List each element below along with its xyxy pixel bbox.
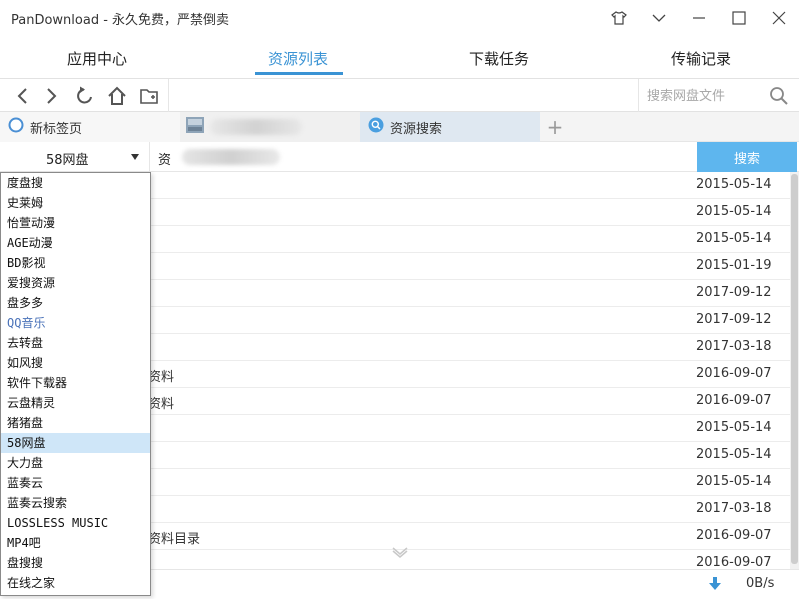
dropdown-option[interactable]: 盘搜搜 [1,553,150,573]
row-date: 2015-05-14 [696,177,772,192]
dropdown-option[interactable]: 史莱姆 [1,193,150,213]
page-thumbnail-icon [186,117,204,137]
refresh-icon[interactable] [73,84,97,108]
new-tab-icon [8,117,24,137]
row-date: 2016-09-07 [696,393,772,408]
window-title: PanDownload - 永久免费，严禁倒卖 [11,13,230,28]
dropdown-option[interactable]: 在线之家 [1,573,150,593]
close-button[interactable] [759,0,799,36]
dropdown-option[interactable]: 蓝奏云 [1,473,150,493]
row-date: 2016-09-07 [696,555,772,569]
tab-new-label: 新标签页 [30,121,83,137]
blurred-tab-title [210,119,302,135]
dropdown-option-selected[interactable]: 58网盘 [1,433,150,453]
row-date: 2016-09-07 [696,366,772,381]
dropdown-option[interactable]: 爱搜资源 [1,273,150,293]
dropdown-option[interactable]: 盘多多 [1,293,150,313]
row-date: 2015-05-14 [696,231,772,246]
nav-tab-app-center[interactable]: 应用中心 [37,48,157,69]
dropdown-option[interactable]: 怡萱动漫 [1,213,150,233]
forward-icon[interactable] [40,84,64,108]
row-date: 2017-09-12 [696,285,772,300]
dropdown-option[interactable]: 度盘搜 [1,173,150,193]
scrollbar-thumb[interactable] [791,174,798,564]
toolbar-divider [168,79,169,112]
row-date: 2016-09-07 [696,528,772,543]
title-bar: PanDownload - 永久免费，严禁倒卖 [0,0,799,36]
dropdown-option[interactable]: 猪猪盘 [1,413,150,433]
tab-new[interactable]: 新标签页 [0,112,180,142]
dropdown-option[interactable]: AGE动漫 [1,233,150,253]
maximize-button[interactable] [719,0,759,36]
resource-search-icon [368,117,384,137]
search-icon[interactable] [769,86,789,106]
new-folder-icon[interactable] [138,84,162,108]
row-date: 2017-09-12 [696,312,772,327]
row-name: 资料目录 [148,532,201,547]
browser-tabs: 新标签页 资源搜索 + [0,112,799,142]
dropdown-option[interactable]: 蓝奏云搜索 [1,493,150,513]
nav-tab-download-tasks[interactable]: 下载任务 [439,48,559,69]
source-dropdown-list: 度盘搜 史莱姆 怡萱动漫 AGE动漫 BD影视 爱搜资源 盘多多 QQ音乐 去转… [0,172,151,596]
row-name: 资料 [148,370,175,385]
row-date: 2015-05-14 [696,420,772,435]
browser-toolbar [0,78,799,112]
nav-tab-resource-list[interactable]: 资源列表 [238,48,358,69]
row-name: 资料 [148,397,175,412]
dropdown-option[interactable]: LOSSLESS MUSIC [1,513,150,533]
skin-shirt-icon[interactable] [599,0,639,36]
file-search-box [638,79,799,112]
source-select-value: 58网盘 [46,153,89,168]
row-date: 2015-01-19 [696,258,772,273]
tab-resource-search[interactable]: 资源搜索 [360,112,540,142]
row-date: 2015-05-14 [696,474,772,489]
file-search-input[interactable] [647,86,765,106]
search-button[interactable]: 搜索 [697,142,797,172]
dropdown-option[interactable]: QQ音乐 [1,313,150,333]
download-speed: 0B/s [746,576,775,591]
tab-resource-search-label: 资源搜索 [390,121,443,137]
row-date: 2017-03-18 [696,501,772,516]
window-controls [599,0,799,36]
search-filter-bar: 58网盘 资 [0,142,799,172]
dropdown-option[interactable]: 去转盘 [1,333,150,353]
keyword-input[interactable]: 资 [158,149,171,168]
dropdown-option[interactable]: MP4吧 [1,533,150,553]
active-tab-indicator [255,72,343,75]
dropdown-chevron-icon[interactable] [639,0,679,36]
row-date: 2017-03-18 [696,339,772,354]
home-icon[interactable] [105,84,129,108]
dropdown-option[interactable]: 大力盘 [1,453,150,473]
add-tab-icon[interactable]: + [540,112,570,142]
nav-tab-transfer-records[interactable]: 传输记录 [641,48,761,69]
back-icon[interactable] [10,84,34,108]
dropdown-option[interactable]: BD影视 [1,253,150,273]
vertical-scrollbar[interactable] [790,172,799,569]
minimize-button[interactable] [679,0,719,36]
caret-down-icon [131,154,139,160]
main-nav: 应用中心 资源列表 下载任务 传输记录 [0,38,799,78]
dropdown-option[interactable]: 云盘精灵 [1,393,150,413]
row-date: 2015-05-14 [696,204,772,219]
source-select[interactable]: 58网盘 [0,142,150,172]
dropdown-option[interactable]: 软件下载器 [1,373,150,393]
row-date: 2015-05-14 [696,447,772,462]
blurred-keyword [182,149,280,165]
download-arrow-icon [709,577,721,591]
scroll-down-chevron-icon[interactable] [392,546,408,558]
dropdown-option[interactable]: 如风搜 [1,353,150,373]
